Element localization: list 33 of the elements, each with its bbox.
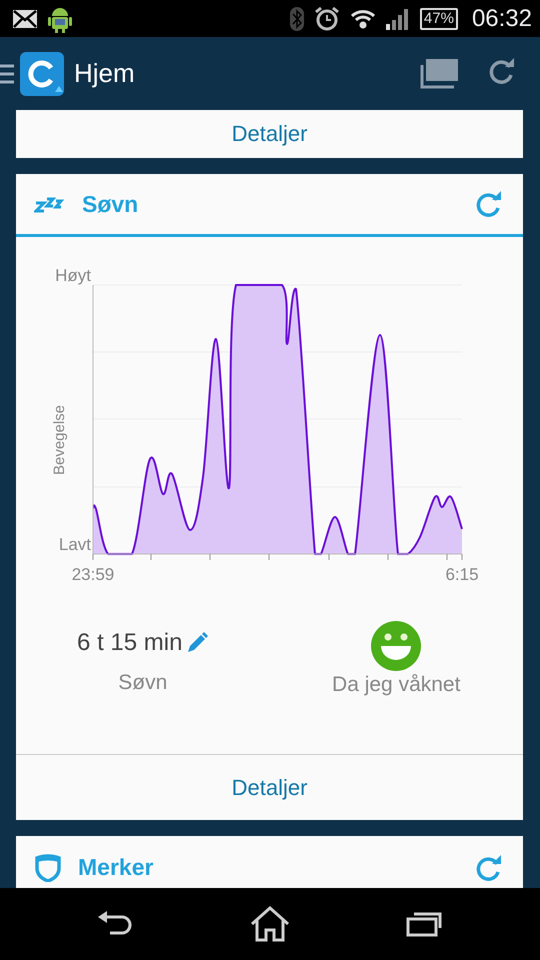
windows-icon[interactable]	[420, 58, 458, 88]
refresh-icon[interactable]	[475, 854, 503, 882]
card-title: Merker	[78, 854, 154, 881]
app-logo[interactable]	[20, 52, 64, 96]
signal-icon	[386, 8, 410, 30]
sleep-icon	[34, 195, 66, 213]
shield-icon	[34, 854, 62, 882]
mood-label: Da jeg våknet	[332, 673, 460, 697]
screen-title: Hjem	[74, 58, 136, 89]
alarm-clock-icon	[314, 6, 340, 32]
duration-label: Søvn	[118, 671, 168, 695]
recent-apps-icon[interactable]	[406, 911, 442, 937]
clock-time: 06:32	[472, 4, 532, 32]
axis-label: 6:15	[445, 565, 479, 584]
details-button[interactable]: Detaljer	[16, 764, 523, 812]
refresh-icon[interactable]	[475, 190, 503, 218]
axis-title: Bevegelse	[51, 404, 68, 476]
home-icon[interactable]	[250, 906, 290, 942]
bluetooth-icon	[290, 6, 304, 30]
refresh-icon[interactable]	[488, 57, 516, 85]
axis-label: 23:59	[72, 565, 114, 584]
pencil-icon[interactable]	[186, 632, 208, 654]
mail-icon	[12, 8, 38, 28]
smiley-icon[interactable]	[371, 621, 422, 671]
card-title: Søvn	[82, 190, 140, 218]
back-icon[interactable]	[98, 911, 134, 937]
wifi-icon	[350, 8, 376, 30]
details-button[interactable]: Detaljer	[16, 110, 523, 158]
axis-label: Høyt	[55, 266, 91, 285]
menu-icon[interactable]	[0, 62, 14, 84]
battery-indicator: 47%	[420, 8, 458, 30]
sleep-duration: 6 t 15 min	[77, 629, 182, 657]
axis-label: Lavt	[58, 535, 91, 554]
